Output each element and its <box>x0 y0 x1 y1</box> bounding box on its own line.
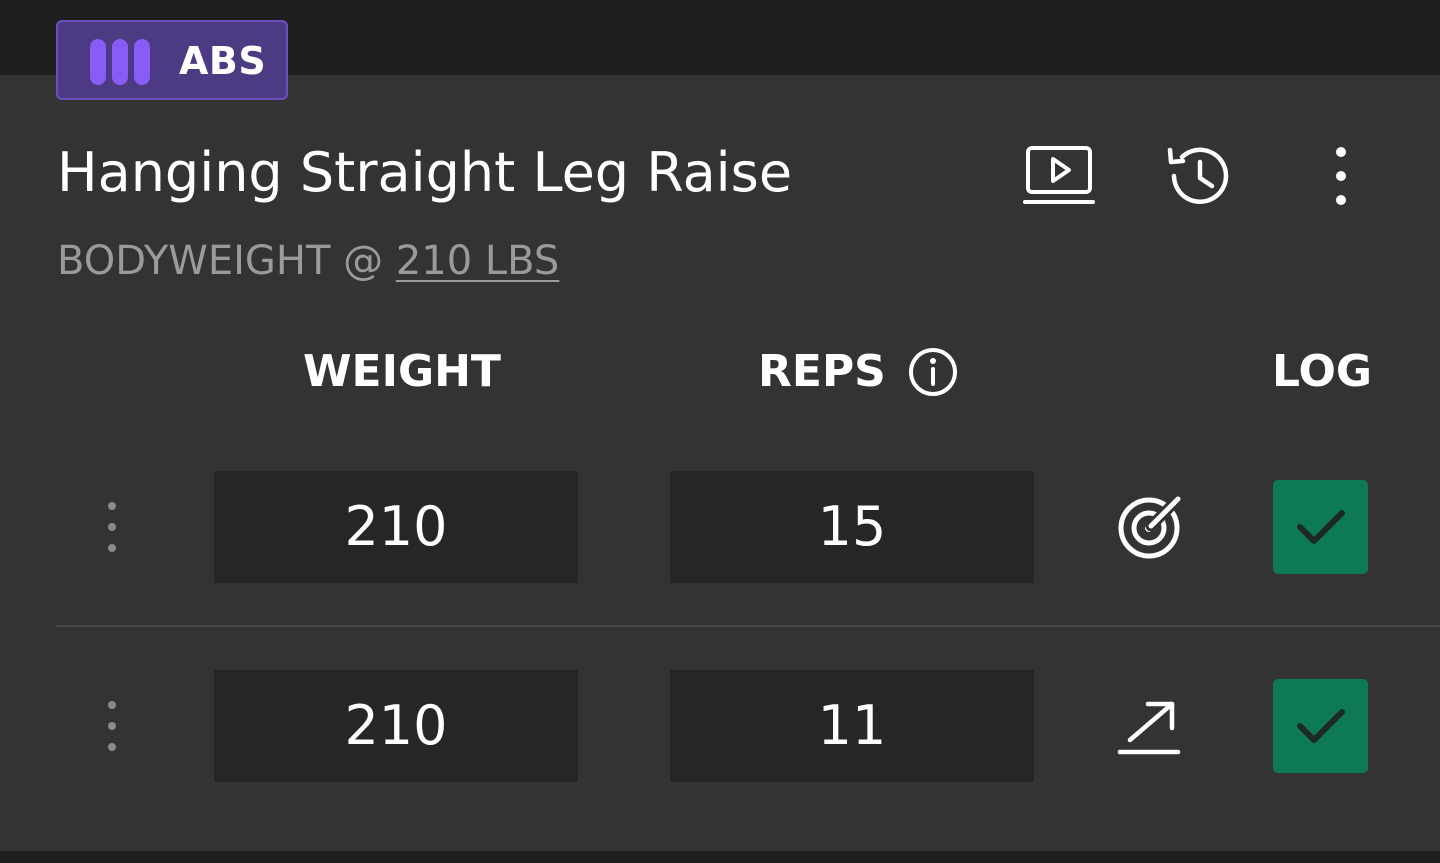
play-video-icon <box>1023 146 1095 204</box>
set-2-reps-input[interactable]: 11 <box>670 670 1034 782</box>
history-icon <box>1167 147 1229 204</box>
bottom-strip <box>0 851 1440 863</box>
muscle-group-badge[interactable]: ABS <box>56 20 288 100</box>
set-2-log-checkbox[interactable] <box>1273 679 1368 773</box>
log-column-header: LOG <box>1272 346 1372 397</box>
set-1-weight-input[interactable]: 210 <box>214 471 578 583</box>
set-divider <box>56 625 1440 627</box>
set-2-weight-input[interactable]: 210 <box>214 670 578 782</box>
target-icon[interactable] <box>1114 490 1186 562</box>
reps-column-label: REPS <box>758 346 886 397</box>
bars-icon <box>90 39 150 85</box>
check-icon <box>1296 510 1345 544</box>
bodyweight-link[interactable]: 210 LBS <box>396 238 559 284</box>
history-button[interactable] <box>1160 138 1236 214</box>
info-icon[interactable] <box>908 347 958 397</box>
trend-up-icon[interactable] <box>1114 690 1186 762</box>
drag-handle-icon[interactable] <box>100 497 124 557</box>
more-options-button[interactable] <box>1303 138 1379 214</box>
reps-column-header: REPS <box>758 343 958 401</box>
video-button[interactable] <box>1021 138 1097 214</box>
drag-handle-icon[interactable] <box>100 696 124 756</box>
subtitle-prefix: BODYWEIGHT @ <box>57 238 396 284</box>
exercise-subtitle: BODYWEIGHT @ 210 LBS <box>57 236 559 286</box>
more-vertical-icon <box>1336 147 1346 205</box>
exercise-title: Hanging Straight Leg Raise <box>57 141 793 204</box>
set-1-reps-input[interactable]: 15 <box>670 471 1034 583</box>
check-icon <box>1296 709 1345 743</box>
weight-column-header: WEIGHT <box>303 346 501 397</box>
set-1-log-checkbox[interactable] <box>1273 480 1368 574</box>
muscle-group-label: ABS <box>179 39 267 83</box>
